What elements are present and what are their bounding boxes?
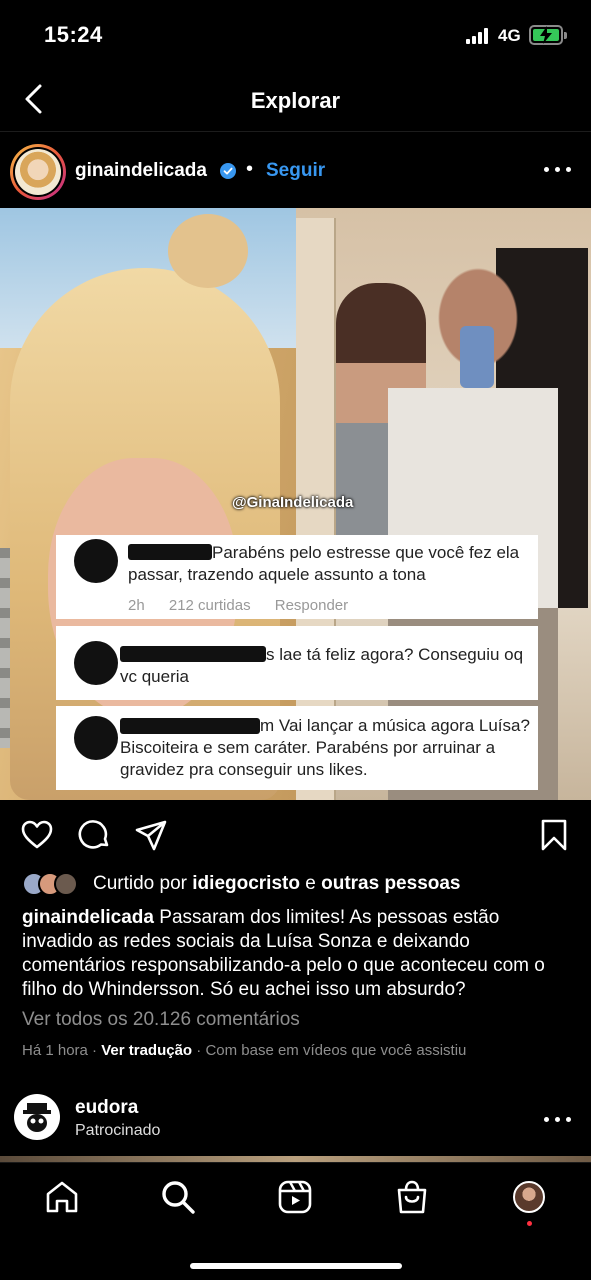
image-comment-meta: 2h 212 curtidas Responder (128, 597, 368, 614)
reels-icon[interactable] (277, 1179, 313, 1215)
post-caption: ginaindelicada Passaram dos limites! As … (22, 906, 572, 1002)
post-author-avatar[interactable] (10, 144, 66, 200)
image-comment-card: m Vai lançar a música agora Luísa? Bisco… (56, 706, 538, 790)
separator-dot: • (246, 158, 254, 180)
status-time: 15:24 (44, 22, 103, 47)
post-action-bar (0, 812, 591, 858)
image-comment-card: Parabéns pelo estresse que você fez ela … (56, 535, 538, 619)
phone-in-photo (460, 326, 494, 388)
notification-dot (527, 1221, 532, 1226)
follow-button[interactable]: Seguir (266, 160, 325, 182)
search-icon[interactable] (160, 1179, 196, 1215)
bottom-tab-bar (0, 1162, 591, 1280)
likes-prefix: Curtido por (93, 873, 187, 894)
see-translation-link[interactable]: Ver tradução (101, 1042, 192, 1059)
image-comment-card: s lae tá feliz agora? Conseguiu oq vc qu… (56, 626, 538, 700)
bookmark-icon[interactable] (537, 818, 571, 852)
likes-connector: e (305, 873, 316, 894)
battery-icon (529, 25, 567, 45)
sponsored-label: Patrocinado (75, 1122, 161, 1139)
image-comment-reply: Responder (274, 597, 349, 614)
home-icon[interactable] (44, 1179, 80, 1215)
page-title: Explorar (250, 88, 341, 113)
verified-badge-icon (220, 163, 236, 179)
network-type: 4G (498, 26, 521, 45)
post-image[interactable]: @GinaIndelicada Parabéns pelo estresse q… (0, 208, 591, 800)
liker-username[interactable]: idiegocristo (192, 873, 300, 894)
sponsor-username[interactable]: eudora (75, 1097, 138, 1119)
view-all-comments-link[interactable]: Ver todos os 20.126 comentários (22, 1009, 300, 1031)
image-comment-text: s lae tá feliz agora? Conseguiu oq vc qu… (120, 645, 524, 686)
image-watermark: @GinaIndelicada (232, 494, 354, 511)
image-comment-text: Parabéns pelo estresse que você fez ela … (128, 543, 520, 584)
likes-others[interactable]: outras pessoas (321, 873, 460, 894)
caption-username[interactable]: ginaindelicada (22, 907, 154, 928)
likes-row[interactable]: Curtido por idiegocristo e outras pessoa… (0, 868, 591, 900)
image-comment-likes: 212 curtidas (168, 597, 251, 614)
profile-avatar-tab[interactable] (513, 1181, 545, 1213)
comment-icon[interactable] (78, 818, 112, 852)
post-time: Há 1 hora (22, 1042, 88, 1059)
home-indicator (190, 1263, 402, 1269)
nav-header: Explorar (0, 70, 591, 132)
shop-icon[interactable] (394, 1179, 430, 1215)
more-options-button[interactable] (544, 162, 572, 176)
share-icon[interactable] (134, 818, 168, 852)
likes-summary: Curtido por idiegocristo e outras pessoa… (93, 873, 461, 895)
sponsor-avatar[interactable] (14, 1094, 60, 1140)
sponsor-more-options-button[interactable] (544, 1112, 572, 1126)
post-author-username[interactable]: ginaindelicada (75, 160, 207, 182)
post-meta-row: Há 1 hora · Ver tradução · Com base em v… (22, 1042, 467, 1059)
suggestion-reason: Com base em vídeos que você assistiu (205, 1042, 467, 1059)
sponsored-post-header: eudora Patrocinado (0, 1090, 591, 1150)
image-comment-time: 2h (128, 597, 145, 614)
heart-icon[interactable] (20, 818, 54, 852)
post-header: ginaindelicada • Seguir (0, 138, 591, 204)
cellular-signal-icon (466, 28, 492, 44)
status-bar: 15:24 4G (0, 0, 591, 70)
image-comment-text: m Vai lançar a música agora Luísa? Bisco… (120, 716, 530, 779)
liker-avatars (22, 872, 86, 896)
